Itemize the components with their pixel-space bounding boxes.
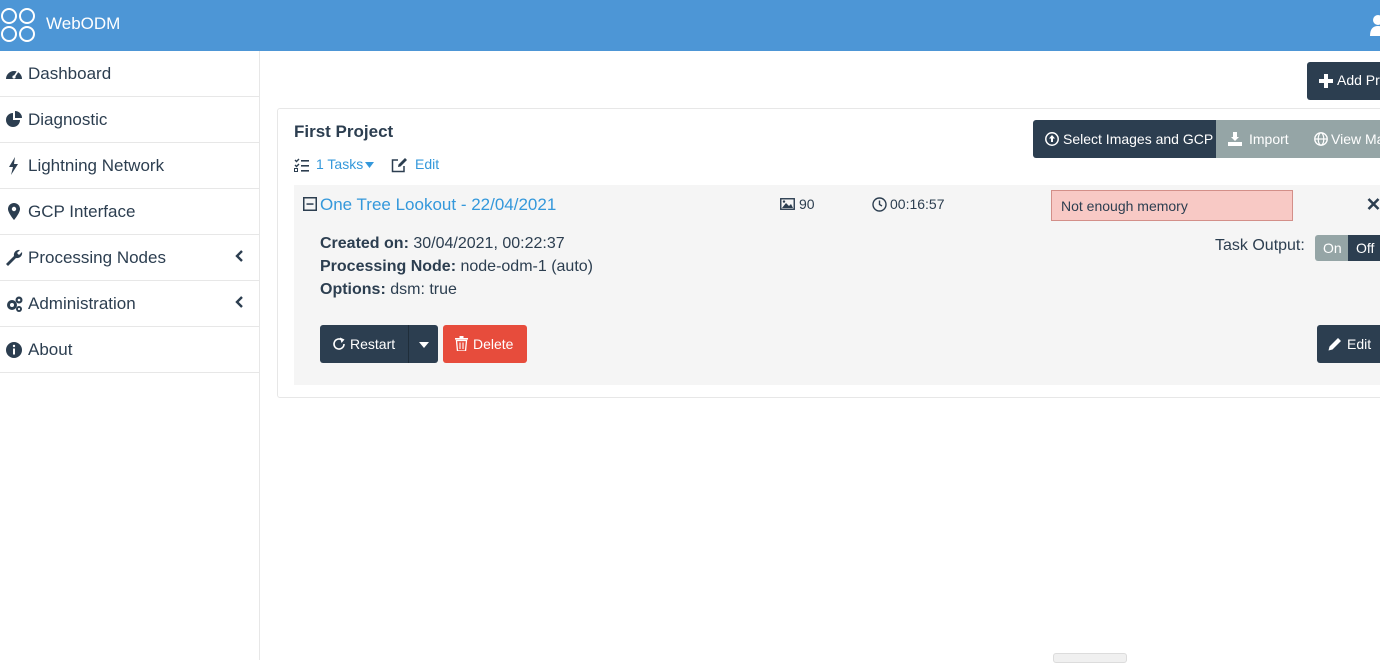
sidebar-item-label: About	[28, 340, 73, 359]
map-marker-icon	[8, 203, 20, 220]
refresh-icon	[333, 337, 345, 350]
processing-node-line: Processing Node: node-odm-1 (auto)	[320, 258, 593, 276]
view-map-button[interactable]: View Ma	[1304, 120, 1380, 158]
plus-icon	[1319, 74, 1333, 88]
import-button[interactable]: Import	[1216, 120, 1304, 158]
sidebar-item-dashboard[interactable]: Dashboard	[0, 51, 259, 97]
top-navbar: WebODM	[0, 0, 1380, 51]
gears-icon	[7, 296, 23, 312]
image-count-value: 90	[799, 196, 815, 212]
chevron-left-icon[interactable]	[234, 295, 244, 309]
select-images-label: Select Images and GCP	[1063, 131, 1214, 147]
sidebar-item-about[interactable]: About	[0, 327, 259, 373]
created-on-line: Created on: 30/04/2021, 00:22:37	[320, 235, 565, 253]
globe-icon	[1314, 132, 1328, 146]
task-output-off-button[interactable]: Off	[1348, 235, 1380, 261]
sidebar-item-label: Processing Nodes	[28, 248, 166, 267]
restart-label: Restart	[350, 336, 396, 352]
duration-value: 00:16:57	[890, 196, 945, 212]
sidebar-item-label: Administration	[28, 294, 136, 313]
sidebar-item-diagnostic[interactable]: Diagnostic	[0, 97, 259, 143]
processing-node-label: Processing Node:	[320, 258, 457, 275]
status-badge: Not enough memory	[1051, 190, 1293, 221]
sidebar-item-label: Dashboard	[28, 64, 112, 83]
info-circle-icon	[6, 342, 22, 358]
options-label: Options:	[320, 281, 386, 298]
options-line: Options: dsm: true	[320, 281, 457, 299]
sidebar-item-gcp-interface[interactable]: GCP Interface	[0, 189, 259, 235]
import-icon	[1228, 132, 1242, 146]
delete-button[interactable]: Delete	[443, 325, 527, 363]
project-title: First Project	[294, 122, 394, 141]
select-images-button[interactable]: Select Images and GCP	[1033, 120, 1216, 158]
caret-down-icon	[365, 162, 374, 168]
options-value: dsm: true	[390, 281, 457, 298]
add-project-button[interactable]: Add Pr	[1307, 62, 1380, 100]
add-project-label: Add Pr	[1337, 72, 1380, 88]
pencil-icon	[1328, 338, 1341, 351]
import-label: Import	[1249, 131, 1289, 147]
pie-chart-icon	[6, 111, 22, 127]
webodm-logo-icon[interactable]	[0, 6, 38, 44]
chevron-left-icon[interactable]	[234, 249, 244, 263]
restart-options-dropdown[interactable]	[408, 325, 438, 363]
wrench-icon	[6, 249, 23, 266]
sidebar: Dashboard Diagnostic Lightning Network G…	[0, 51, 260, 660]
delete-label: Delete	[473, 336, 514, 352]
partial-element	[1053, 653, 1127, 663]
tasks-list-icon	[294, 158, 309, 172]
trash-icon	[455, 336, 468, 351]
user-icon[interactable]	[1370, 14, 1380, 36]
sidebar-item-label: Lightning Network	[28, 156, 165, 175]
close-icon[interactable]	[1367, 196, 1380, 211]
created-on-value: 30/04/2021, 00:22:37	[413, 235, 565, 252]
processing-node-value: node-odm-1 (auto)	[460, 258, 593, 275]
tasks-count-label: 1 Tasks	[316, 156, 364, 172]
sidebar-item-lightning-network[interactable]: Lightning Network	[0, 143, 259, 189]
sidebar-item-processing-nodes[interactable]: Processing Nodes	[0, 235, 259, 281]
sidebar-item-label: GCP Interface	[28, 202, 136, 221]
toggle-on-label: On	[1323, 240, 1342, 256]
brand-title[interactable]: WebODM	[46, 14, 120, 34]
status-text: Not enough memory	[1061, 198, 1188, 214]
toggle-off-label: Off	[1356, 240, 1375, 256]
edit-project-label: Edit	[415, 156, 440, 172]
edit-task-button[interactable]: Edit	[1317, 325, 1380, 363]
sidebar-item-label: Diagnostic	[28, 110, 108, 129]
collapse-minus-square-icon[interactable]	[303, 197, 317, 211]
restart-button[interactable]: Restart	[320, 325, 408, 363]
dashboard-icon	[6, 70, 22, 79]
caret-down-icon	[419, 342, 429, 348]
view-map-label: View Ma	[1331, 131, 1380, 147]
clock-icon	[872, 197, 887, 212]
edit-task-label: Edit	[1347, 336, 1372, 352]
sidebar-item-administration[interactable]: Administration	[0, 281, 259, 327]
created-on-label: Created on:	[320, 235, 409, 252]
task-output-on-button[interactable]: On	[1315, 235, 1348, 261]
image-icon	[780, 198, 795, 210]
edit-icon	[391, 158, 407, 173]
task-output-label: Task Output:	[1215, 237, 1305, 254]
task-name-link[interactable]: One Tree Lookout - 22/04/2021	[320, 195, 556, 215]
bolt-icon	[9, 157, 18, 175]
upload-circle-icon	[1045, 132, 1059, 146]
